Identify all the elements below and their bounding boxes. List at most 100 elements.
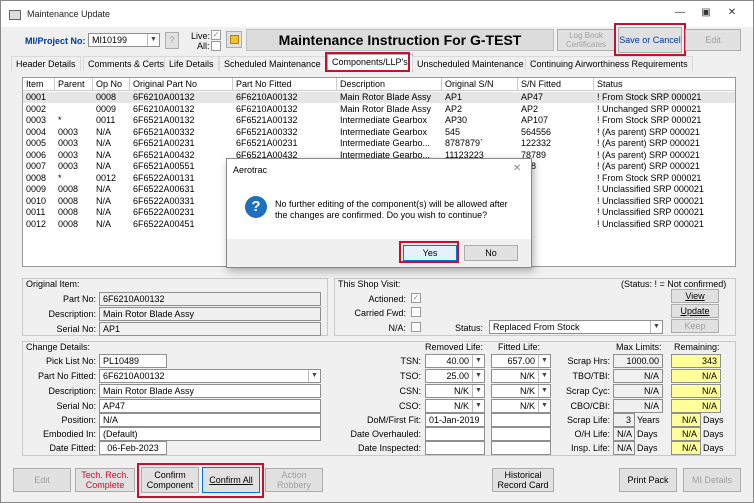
question-icon: ? [245, 196, 267, 218]
note-button[interactable] [226, 31, 242, 48]
date-inspected-field[interactable] [425, 441, 485, 455]
position-field[interactable]: N/A [99, 413, 321, 427]
scrap-cyc-remaining: N/A [671, 384, 721, 398]
dialog-button-bar: Yes No [227, 239, 531, 267]
cell-original-part-no: 6F6521A00551 [133, 161, 195, 171]
col-header-parent[interactable]: Parent [55, 78, 93, 91]
col-header-description[interactable]: Description [337, 78, 442, 91]
tsn-fitted-value: 657.00 [507, 356, 535, 366]
actioned-checkbox[interactable]: ✓ [411, 293, 421, 303]
cell-sn-fitted: AP47 [521, 92, 544, 102]
part-no-fitted-select[interactable]: 6F6210A00132 ▼ [99, 369, 321, 383]
tab-scheduled-maintenance[interactable]: Scheduled Maintenance [219, 56, 326, 71]
tso-removed-field[interactable]: 25.00 ▼ [425, 369, 485, 383]
embodied-in-field[interactable]: (Default) [99, 427, 321, 441]
cell-item: 0001 [26, 92, 47, 102]
csn-removed-field[interactable]: N/K ▼ [425, 384, 485, 398]
status-select-value: Replaced From Stock [493, 322, 580, 332]
scrap-hrs-label: Scrap Hrs: [567, 356, 610, 366]
col-header-item[interactable]: Item [23, 78, 55, 91]
no-button[interactable]: No [464, 245, 518, 261]
tso-label: TSO: [399, 371, 421, 381]
tech-rech-complete-button[interactable]: Tech. Rech. Complete [75, 468, 135, 492]
update-button[interactable]: Update [671, 304, 719, 318]
dialog-close-icon[interactable]: ✕ [513, 163, 521, 174]
table-row[interactable]: 0001 0008 6F6210A00132 6F6210A00132 Main Rot… [23, 92, 735, 103]
tab-header-details[interactable]: Header Details [11, 56, 81, 71]
col-header-status[interactable]: Status [594, 78, 735, 91]
dialog-message: No further editing of the component(s) w… [275, 199, 508, 221]
cell-original-sn: 8787879` [445, 138, 484, 148]
dom-field[interactable]: 01-Jan-2019 [425, 413, 485, 427]
minimize-icon[interactable]: — [669, 7, 691, 21]
table-row[interactable]: 0005 0003 N/A 6F6521A00231 6F6521A00231 Inter… [23, 138, 735, 149]
fitted-serial-no-field[interactable]: AP47 [99, 399, 321, 413]
change-details-label: Change Details: [26, 342, 91, 352]
cell-original-part-no: 6F6210A00132 [133, 92, 195, 102]
tso-fitted-field[interactable]: N/K ▼ [491, 369, 551, 383]
mi-project-select[interactable]: MI10199 ▼ [88, 33, 160, 47]
date-inspected-fitted-field[interactable] [491, 441, 551, 455]
yes-button[interactable]: Yes [403, 245, 457, 261]
cell-op-no: N/A [96, 184, 112, 194]
edit-header-button[interactable]: Edit [685, 29, 741, 51]
help-button[interactable]: ? [165, 32, 179, 49]
tsn-removed-field[interactable]: 40.00 ▼ [425, 354, 485, 368]
carried-fwd-checkbox[interactable] [411, 307, 421, 317]
tab-components-llps[interactable]: Components/LLP's [327, 54, 413, 72]
action-robbery-button[interactable]: Action Robbery [265, 468, 323, 492]
keep-button[interactable]: Keep [671, 319, 719, 333]
tab-comments-certs[interactable]: Comments & Certs [83, 56, 170, 71]
mi-details-button[interactable]: MI Details [683, 468, 741, 492]
table-row[interactable]: 0003 * 0011 6F6521A00132 6F6521A00132 Interme… [23, 115, 735, 126]
dom-fitted-field[interactable] [491, 413, 551, 427]
confirm-all-button[interactable]: Confirm All [202, 467, 260, 493]
pick-list-field[interactable]: PL10489 [99, 354, 167, 368]
scrap-cyc-field: N/A [613, 384, 663, 398]
date-overhauled-field[interactable] [425, 427, 485, 441]
tso-fitted-value: N/K [519, 371, 535, 381]
col-header-part-no-fitted[interactable]: Part No Fitted [233, 78, 337, 91]
cso-removed-field[interactable]: N/K ▼ [425, 399, 485, 413]
tsn-fitted-field[interactable]: 657.00 ▼ [491, 354, 551, 368]
confirm-component-button[interactable]: Confirm Component [141, 467, 199, 493]
close-icon[interactable]: ✕ [721, 7, 743, 21]
log-book-certificates-button[interactable]: Log Book Certificates [557, 29, 615, 51]
page-title: Maintenance Instruction For G-TEST [246, 29, 554, 51]
scrap-hrs-remaining: 343 [671, 354, 721, 368]
original-item-label: Original Item: [26, 279, 80, 289]
restore-icon[interactable]: ▣ [695, 7, 717, 21]
csn-fitted-field[interactable]: N/K ▼ [491, 384, 551, 398]
all-checkbox[interactable] [211, 41, 221, 51]
tab-life-details[interactable]: Life Details [164, 56, 219, 71]
table-row[interactable]: 0004 0003 N/A 6F6521A00332 6F6521A00332 Inter… [23, 127, 735, 138]
tab-continuing-airworthiness[interactable]: Continuing Airworthiness Requirements [525, 56, 693, 71]
col-header-original-sn[interactable]: Original S/N [442, 78, 518, 91]
live-checkbox[interactable]: ✓ [211, 30, 221, 40]
cell-status: ! From Stock SRP 000021 [597, 172, 702, 183]
print-pack-button[interactable]: Print Pack [619, 468, 677, 492]
tsn-label: TSN: [400, 356, 421, 366]
col-header-original-part-no[interactable]: Original Part No [130, 78, 233, 91]
tab-unscheduled-maintenance[interactable]: Unscheduled Maintenance [412, 56, 529, 71]
edit-button[interactable]: Edit [13, 468, 71, 492]
insp-life-remaining: N/A [671, 441, 701, 455]
status-select[interactable]: Replaced From Stock ▼ [489, 320, 663, 334]
col-header-op-no[interactable]: Op No [93, 78, 130, 91]
na-checkbox[interactable] [411, 322, 421, 332]
live-label: Live: [191, 31, 211, 41]
scrap-hrs-field: 1000.00 [613, 354, 663, 368]
save-or-cancel-button[interactable]: Save or Cancel [618, 27, 682, 53]
cell-op-no: N/A [96, 218, 112, 229]
cso-fitted-field[interactable]: N/K ▼ [491, 399, 551, 413]
cell-original-part-no: 6F6210A00132 [133, 103, 195, 114]
col-header-sn-fitted[interactable]: S/N Fitted [518, 78, 594, 91]
historical-record-card-button[interactable]: Historical Record Card [492, 468, 554, 492]
date-fitted-field[interactable]: 06-Feb-2023 [99, 441, 167, 455]
date-overhauled-fitted-field[interactable] [491, 427, 551, 441]
fitted-description-field[interactable]: Main Rotor Blade Assy [99, 384, 321, 398]
table-row[interactable]: 0002 0009 6F6210A00132 6F6210A00132 Main Rot… [23, 103, 735, 115]
view-button[interactable]: View [671, 289, 719, 303]
cell-parent: * [58, 115, 62, 125]
cell-sn-fitted: AP2 [521, 103, 539, 114]
